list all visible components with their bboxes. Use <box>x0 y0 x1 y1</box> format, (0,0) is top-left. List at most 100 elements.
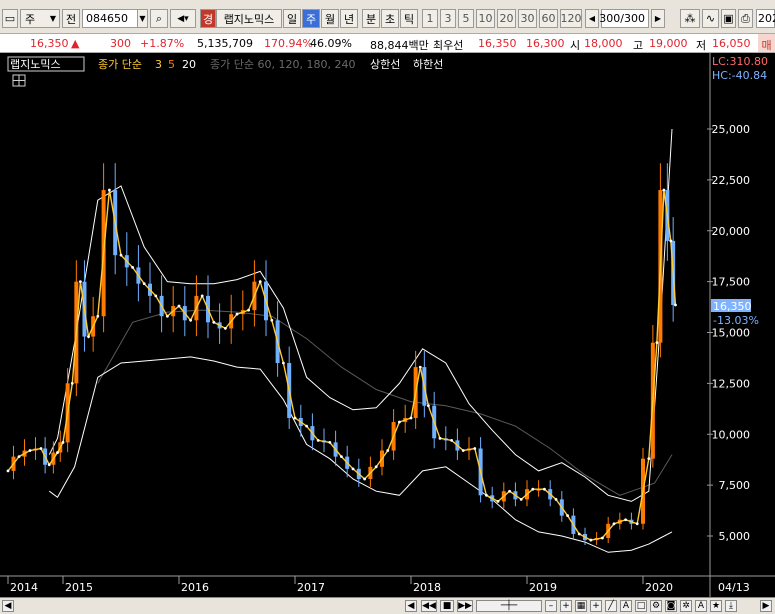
search-icon[interactable]: ⌕ <box>150 9 168 28</box>
high-label: 고 <box>633 39 644 52</box>
low-price: 16,050 <box>712 37 751 50</box>
close-point <box>418 365 422 369</box>
print-icon[interactable]: ⎙ <box>738 9 753 28</box>
close-point <box>374 465 378 469</box>
period-day-button[interactable]: 일 <box>283 9 301 28</box>
close-point <box>624 518 627 522</box>
close-point <box>270 318 274 322</box>
price-change-pct: +1.87% <box>140 37 185 50</box>
close-point <box>247 308 251 312</box>
close-point <box>669 239 673 243</box>
close-point <box>316 438 320 442</box>
font-icon[interactable]: A <box>695 600 707 612</box>
settings-icon[interactable]: ⚙ <box>650 600 662 612</box>
interval-5-button[interactable]: 5 <box>458 9 474 28</box>
current-price-label: 16,350 <box>713 300 752 313</box>
open-label: 시 <box>570 39 581 52</box>
best-quote-label: 최우선 <box>433 39 464 52</box>
close-point <box>70 381 74 385</box>
tool-icon[interactable]: ⁂ <box>680 9 700 28</box>
close-point <box>363 477 366 481</box>
indicator-icon[interactable]: ∿ <box>702 9 719 28</box>
x-tick-label: 2018 <box>413 581 441 594</box>
scroll-first-button[interactable]: ◀ <box>405 600 417 612</box>
scroll-prev-button[interactable]: ◀◀ <box>421 600 437 612</box>
close-point <box>212 320 216 324</box>
close-point <box>17 455 21 459</box>
gear-icon[interactable]: ✲ <box>680 600 692 612</box>
period-year-button[interactable]: 년 <box>340 9 358 28</box>
price-chart[interactable]: 5,000 7,500 10,000 12,500 15,000 17,500 20,000… <box>0 53 775 597</box>
interval-1-button[interactable]: 1 <box>422 9 438 28</box>
close-point <box>531 487 535 491</box>
minute-button[interactable]: 분 <box>362 9 380 28</box>
scroll-right-arrow[interactable]: ▶ <box>760 600 772 612</box>
close-point <box>674 303 677 307</box>
interval-30-button[interactable]: 30 <box>518 9 537 28</box>
toolbar: ▭ 주 ▼ 전 084650 ▼ ⌕ ◀▾ 경 랩지노믹스 일 주 월 년 분 … <box>0 0 775 33</box>
close-point <box>635 522 639 526</box>
date-tag: 04/13 <box>718 581 750 594</box>
bookmark-icon[interactable]: ★ <box>710 600 722 612</box>
crosshair-icon[interactable]: + <box>590 600 602 612</box>
close-point <box>328 440 332 444</box>
close-point <box>119 253 123 257</box>
close-point <box>577 532 581 536</box>
interval-120-button[interactable]: 120 <box>560 9 582 28</box>
interval-60-button[interactable]: 60 <box>539 9 558 28</box>
close-point <box>543 487 546 491</box>
table-icon[interactable]: ▦ <box>575 600 587 612</box>
chart-area[interactable]: 5,000 7,500 10,000 12,500 15,000 17,500 20,000… <box>0 53 775 597</box>
scroll-right-button[interactable]: ▶ <box>651 9 665 28</box>
close-point <box>647 457 651 461</box>
scroll-left-arrow[interactable]: ◀ <box>2 600 14 612</box>
x-tick-label: 2016 <box>181 581 209 594</box>
close-point <box>28 449 32 452</box>
second-button[interactable]: 초 <box>381 9 399 28</box>
close-point <box>282 361 285 365</box>
scroll-next-button[interactable]: ▶▶ <box>457 600 473 612</box>
low-label: 저 <box>696 39 707 52</box>
lc-label: LC:310.80 <box>712 55 768 68</box>
line-tool-icon[interactable]: ╱ <box>605 600 617 612</box>
zoom-out-button[interactable]: – <box>545 600 557 612</box>
count-total: /300 <box>620 12 645 25</box>
box-tool-icon[interactable]: □ <box>635 600 647 612</box>
code-dropdown-button[interactable]: ▼ <box>137 9 148 28</box>
zoom-in-button[interactable]: + <box>560 600 572 612</box>
tick-button[interactable]: 틱 <box>400 9 418 28</box>
export-icon[interactable]: ⤓ <box>725 600 737 612</box>
close-point <box>340 455 343 459</box>
close-point <box>473 447 477 450</box>
scroll-left-button[interactable]: ◀ <box>585 9 599 28</box>
x-tick-label: 2015 <box>65 581 93 594</box>
close-point <box>485 493 488 497</box>
interval-3-button[interactable]: 3 <box>440 9 456 28</box>
save-icon[interactable]: ▣ <box>721 9 736 28</box>
stop-button[interactable]: ■ <box>440 600 454 612</box>
market-type-select[interactable]: 주 ▼ <box>20 9 60 28</box>
close-point <box>566 514 569 518</box>
interval-20-button[interactable]: 20 <box>497 9 516 28</box>
y-tick-label: 17,500 <box>712 276 751 289</box>
sell-button[interactable]: 매 <box>758 34 775 52</box>
y-tick-label: 15,000 <box>712 327 751 340</box>
interval-10-button[interactable]: 10 <box>476 9 495 28</box>
legend-lower-limit: 하한선 <box>413 57 443 71</box>
close-point <box>519 497 523 501</box>
high-price: 19,000 <box>649 37 688 50</box>
period-month-button[interactable]: 월 <box>321 9 339 28</box>
layout-icon[interactable]: ▭ <box>2 9 18 28</box>
text-tool-icon[interactable]: A <box>620 600 632 612</box>
speaker-icon[interactable]: ◀▾ <box>170 9 196 28</box>
camera-icon[interactable]: ◙ <box>665 600 677 612</box>
period-week-button[interactable]: 주 <box>302 9 320 28</box>
count-input[interactable]: 300/300 <box>599 9 649 28</box>
close-point <box>496 500 500 503</box>
year-input[interactable]: 202 <box>756 9 775 28</box>
quote-bar: 16,350 ▲ 300 +1.87% 5,135,709 170.94% 46… <box>0 33 775 53</box>
close-point <box>655 341 659 345</box>
zoom-slider[interactable]: ─┼─ <box>476 600 542 612</box>
prev-button[interactable]: 전 <box>62 9 80 28</box>
close-point <box>438 436 442 440</box>
